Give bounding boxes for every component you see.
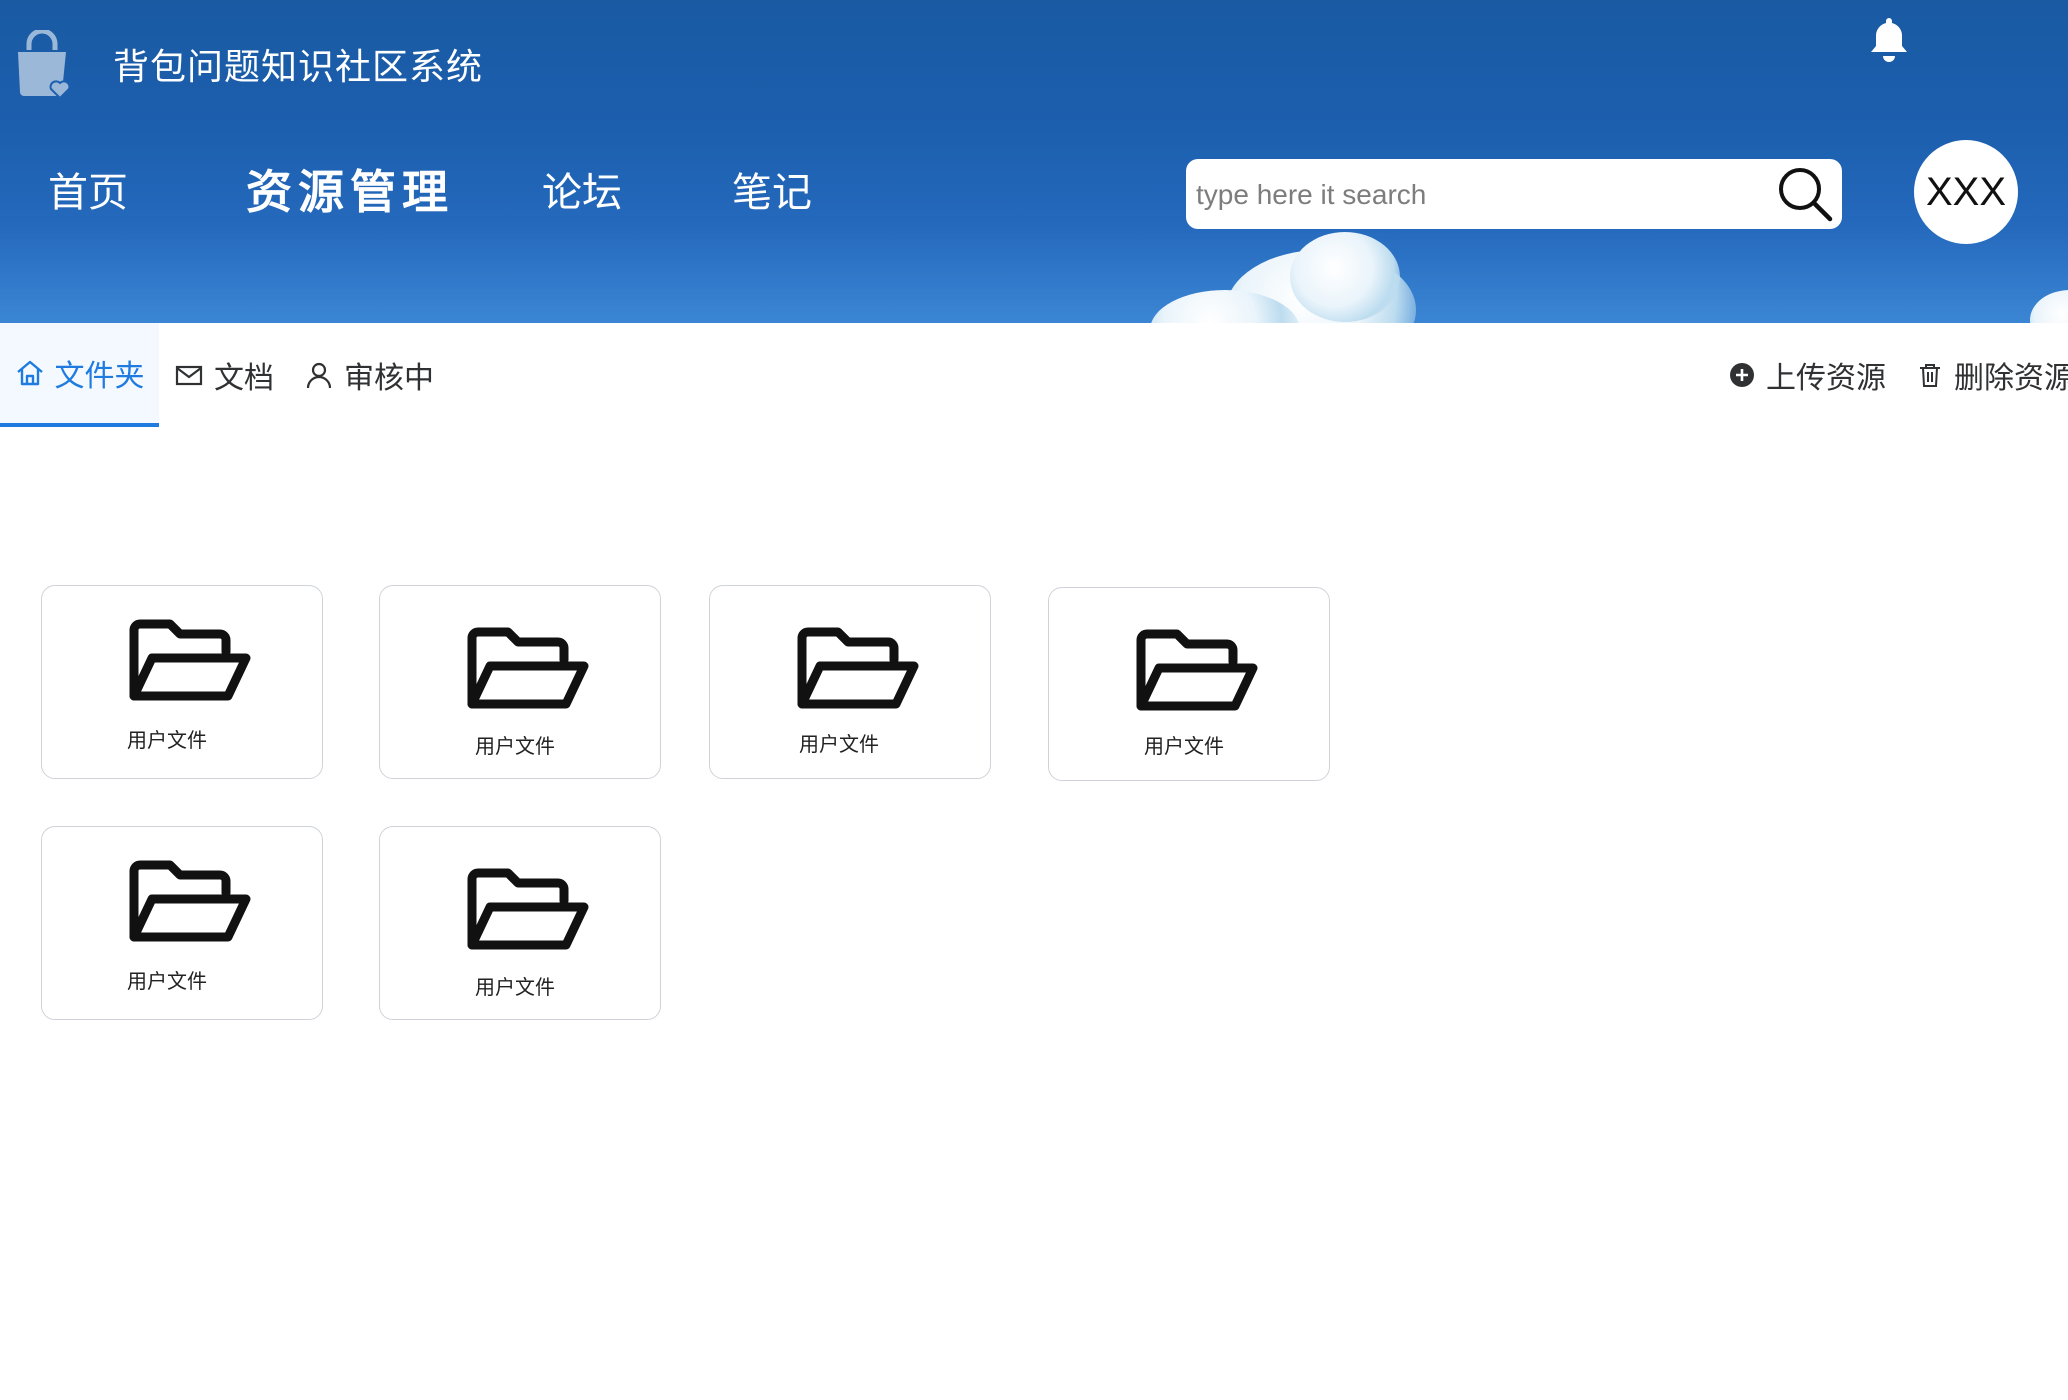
folder-open-icon bbox=[126, 616, 252, 704]
folder-card[interactable]: 用户文件 bbox=[1048, 587, 1330, 781]
bell-icon[interactable] bbox=[1864, 14, 1914, 64]
tab-label: 文件夹 bbox=[54, 359, 145, 394]
folder-label: 用户文件 bbox=[1144, 734, 1224, 758]
folder-label: 用户文件 bbox=[127, 728, 207, 752]
header-banner: 背包问题知识社区系统 首页 资源管理 论坛 笔记 XXX bbox=[0, 0, 2068, 323]
site-title: 背包问题知识社区系统 bbox=[113, 47, 484, 88]
nav-resource-management[interactable]: 资源管理 bbox=[246, 156, 454, 222]
delete-resource-button[interactable]: 删除资源 bbox=[1916, 323, 2068, 427]
tab-under-review[interactable]: 审核中 bbox=[304, 323, 434, 427]
action-label: 上传资源 bbox=[1766, 361, 1886, 396]
folder-card[interactable]: 用户文件 bbox=[379, 585, 661, 779]
search-icon[interactable] bbox=[1776, 165, 1834, 223]
folder-open-icon bbox=[464, 624, 590, 712]
trash-icon bbox=[1920, 364, 1940, 387]
nav-home[interactable]: 首页 bbox=[48, 160, 128, 218]
action-label: 删除资源 bbox=[1954, 361, 2068, 396]
tab-label: 审核中 bbox=[344, 361, 434, 396]
folder-label: 用户文件 bbox=[799, 732, 879, 756]
folder-card[interactable]: 用户文件 bbox=[709, 585, 991, 779]
user-icon bbox=[306, 362, 332, 389]
shopping-bag-heart-icon bbox=[18, 30, 71, 98]
folder-open-icon bbox=[794, 624, 920, 712]
search-box bbox=[1186, 159, 1842, 229]
nav-notes[interactable]: 笔记 bbox=[732, 160, 812, 218]
folder-label: 用户文件 bbox=[475, 734, 555, 758]
folder-label: 用户文件 bbox=[475, 975, 555, 999]
cloud-decoration bbox=[2030, 290, 2068, 323]
tab-label: 文档 bbox=[214, 361, 274, 396]
cloud-decoration bbox=[1290, 232, 1400, 322]
tab-folders[interactable]: 文件夹 bbox=[0, 323, 159, 427]
folder-card[interactable]: 用户文件 bbox=[41, 826, 323, 1020]
tab-documents[interactable]: 文档 bbox=[174, 323, 274, 427]
folder-card[interactable]: 用户文件 bbox=[379, 826, 661, 1020]
avatar[interactable]: XXX bbox=[1914, 140, 2018, 244]
mail-icon bbox=[175, 365, 203, 386]
folder-card[interactable]: 用户文件 bbox=[41, 585, 323, 779]
home-icon bbox=[16, 360, 43, 386]
folder-open-icon bbox=[464, 865, 590, 953]
plus-circle-icon bbox=[1730, 363, 1754, 387]
search-input[interactable] bbox=[1194, 167, 1768, 223]
folder-open-icon bbox=[1133, 626, 1259, 714]
folder-label: 用户文件 bbox=[127, 969, 207, 993]
upload-resource-button[interactable]: 上传资源 bbox=[1728, 323, 1886, 427]
folder-open-icon bbox=[126, 857, 252, 945]
nav-forum[interactable]: 论坛 bbox=[542, 160, 622, 218]
resource-tabs-bar: 文件夹 文档 审核中 上传资源 删除资源 bbox=[0, 323, 2068, 429]
